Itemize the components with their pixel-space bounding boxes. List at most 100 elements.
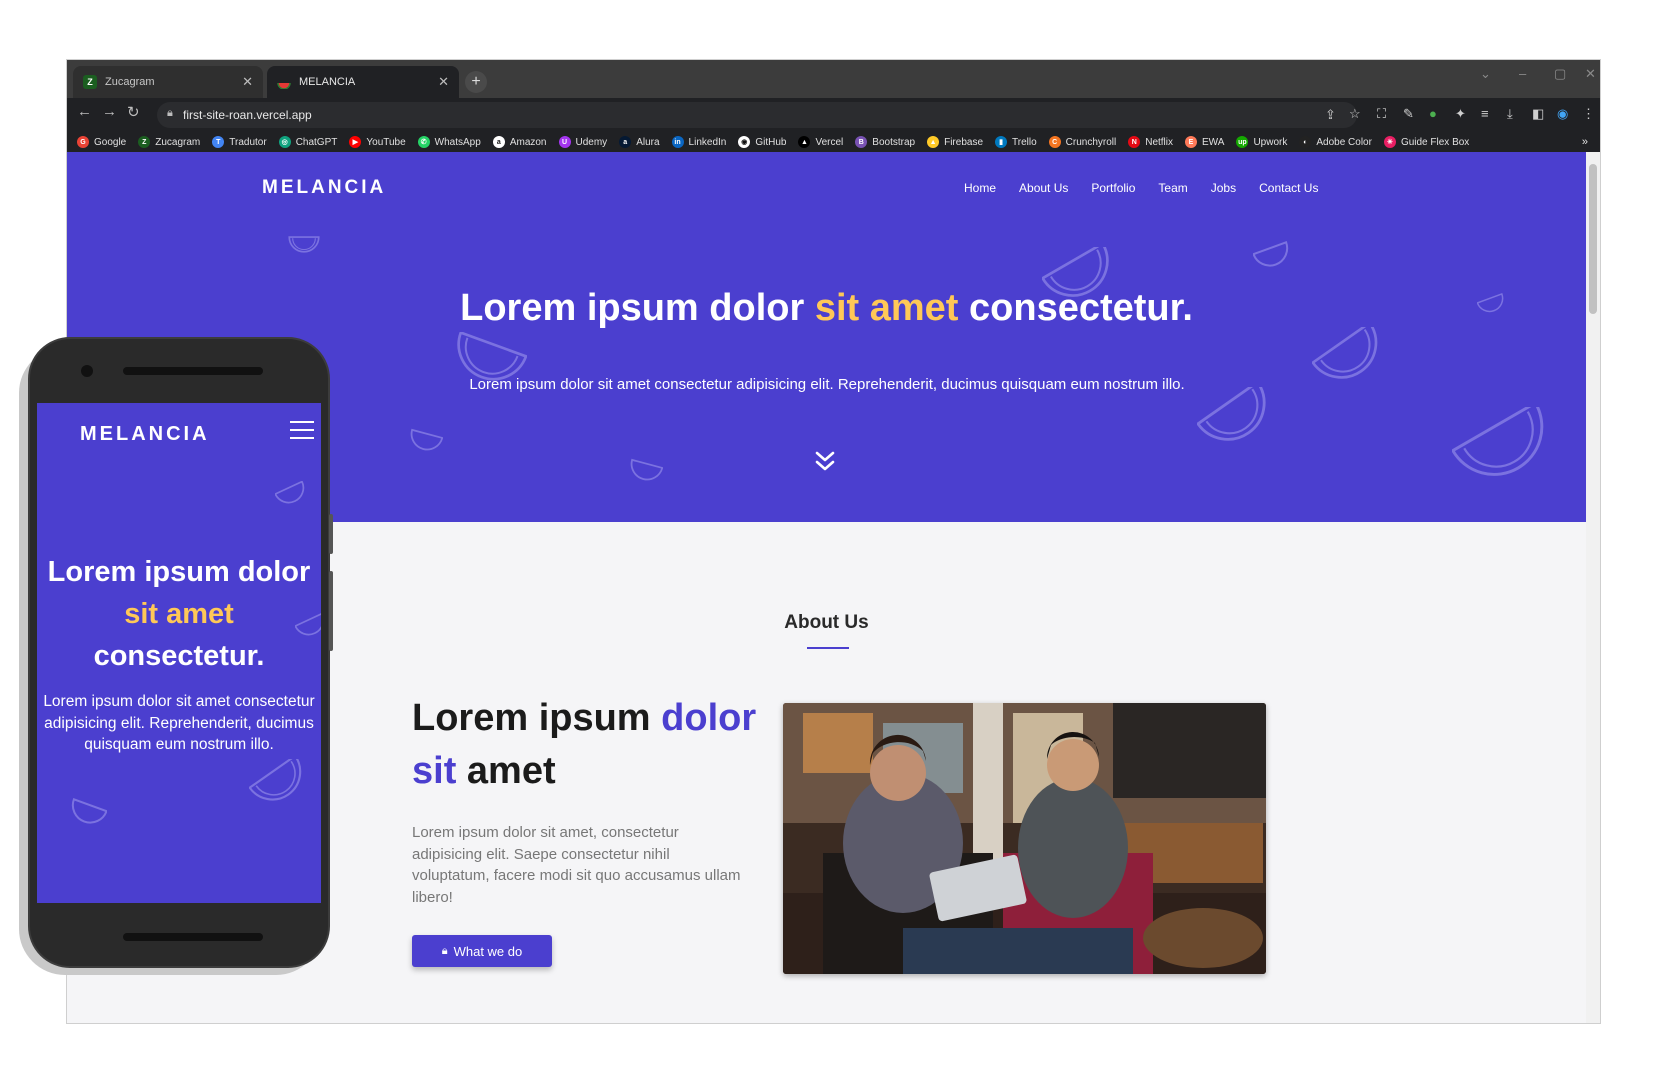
nav-home[interactable]: Home xyxy=(964,181,996,195)
share-icon[interactable]: ⇪ xyxy=(1325,107,1336,123)
bookmark-udemy[interactable]: U Udemy xyxy=(558,136,607,148)
tab-zucagram[interactable]: Z Zucagram ✕ xyxy=(73,66,263,98)
close-tab-icon[interactable]: ✕ xyxy=(438,74,449,90)
bookmark-amazon[interactable]: a Amazon xyxy=(492,136,547,148)
linkedin-icon: in xyxy=(671,136,684,148)
zucagram-icon: Z xyxy=(138,136,151,148)
bookmark-label: YouTube xyxy=(366,136,406,148)
bookmark-ewa[interactable]: E EWA xyxy=(1185,136,1224,148)
close-window-icon[interactable]: ✕ xyxy=(1585,66,1596,82)
star-icon[interactable]: ☆ xyxy=(1349,106,1361,122)
screenshot-icon[interactable]: ⛶ xyxy=(1377,106,1386,122)
chevron-down-icon[interactable]: ⌄ xyxy=(1480,66,1491,82)
watermelon-favicon-icon xyxy=(277,75,291,89)
bookmark-adobe-color[interactable]: ◐ Adobe Color xyxy=(1299,136,1372,148)
about-photo xyxy=(783,703,1266,974)
extension-badge-icon[interactable]: ● xyxy=(1429,106,1437,121)
phone-mockup: MELANCIA Lorem ipsum dolor sit amet consec… xyxy=(28,337,333,968)
vercel-icon: ▲ xyxy=(798,136,811,148)
about-title: Lorem ipsum dolor sit amet xyxy=(412,697,757,792)
new-tab-button[interactable]: + xyxy=(465,71,487,93)
nav-portfolio[interactable]: Portfolio xyxy=(1091,181,1135,195)
mobile-hero-text: Lorem ipsum dolor sit amet consectetur a… xyxy=(43,693,315,753)
minimize-icon[interactable]: – xyxy=(1519,66,1526,81)
what-we-do-button[interactable]: 🔒︎ What we do xyxy=(412,935,552,967)
bookmark-linkedin[interactable]: in LinkedIn xyxy=(671,136,727,148)
bookmark-guide-flex-box[interactable]: ✳ Guide Flex Box xyxy=(1383,136,1469,148)
bookmark-label: LinkedIn xyxy=(688,136,727,148)
mobile-site-logo[interactable]: MELANCIA xyxy=(80,423,210,446)
bookmark-netflix[interactable]: N Netflix xyxy=(1128,136,1173,148)
upwork-icon: up xyxy=(1236,136,1249,148)
site-logo[interactable]: MELANCIA xyxy=(262,177,386,199)
amazon-icon: a xyxy=(492,136,505,148)
phone-side-button xyxy=(329,514,333,554)
tradutor-icon: T xyxy=(212,136,225,148)
playlist-icon[interactable]: ≡ xyxy=(1481,106,1489,121)
bookmark-chatgpt[interactable]: ◎ ChatGPT xyxy=(278,136,337,148)
download-icon[interactable]: ⤓ xyxy=(1507,106,1513,122)
main-nav: Home About Us Portfolio Team Jobs Contac… xyxy=(964,181,1318,195)
bookmark-label: Adobe Color xyxy=(1316,136,1372,148)
maximize-icon[interactable]: ▢ xyxy=(1554,66,1566,82)
tab-title: Zucagram xyxy=(105,76,155,88)
nav-about-us[interactable]: About Us xyxy=(1019,181,1068,195)
watermelon-slice-icon xyxy=(275,481,305,504)
page-scrollbar[interactable] xyxy=(1586,152,1600,1023)
bookmark-label: EWA xyxy=(1202,136,1225,148)
bookmark-crunchyroll[interactable]: C Crunchyroll xyxy=(1048,136,1116,148)
bookmark-google[interactable]: G Google xyxy=(77,136,126,148)
bookmark-label: Google xyxy=(94,136,127,148)
lock-icon: 🔒︎ xyxy=(441,944,448,957)
sidebar-icon[interactable]: ◧ xyxy=(1532,106,1544,122)
browser-toolbar: ← → ↻ 🔒︎ first-site-roan.vercel.app ⇪ ☆ … xyxy=(67,98,1600,152)
bookmark-label: Zucagram xyxy=(155,136,201,148)
hamburger-menu-icon[interactable] xyxy=(290,421,314,445)
youtube-icon: ▶ xyxy=(349,136,362,148)
kebab-menu-icon[interactable]: ⋮ xyxy=(1582,106,1595,122)
bookmarks-more-icon[interactable]: » xyxy=(1582,136,1588,148)
mobile-hero-title: Lorem ipsum dolor sit amet consectetur. xyxy=(47,556,311,672)
bookmark-vercel[interactable]: ▲ Vercel xyxy=(798,136,843,148)
bookmark-bootstrap[interactable]: B Bootstrap xyxy=(855,136,915,148)
address-bar[interactable]: 🔒︎ first-site-roan.vercel.app ⇪ ☆ xyxy=(157,102,1361,128)
bookmark-upwork[interactable]: up Upwork xyxy=(1236,136,1287,148)
profile-avatar-icon[interactable]: ◉ xyxy=(1557,106,1568,122)
bookmark-trello[interactable]: ▮ Trello xyxy=(995,136,1037,148)
bookmark-zucagram[interactable]: Z Zucagram xyxy=(138,136,200,148)
adobe-color-icon: ◐ xyxy=(1299,136,1312,148)
extension-pen-icon[interactable]: ✎ xyxy=(1403,106,1414,122)
about-divider xyxy=(807,647,849,649)
nav-contact-us[interactable]: Contact Us xyxy=(1259,181,1318,195)
double-chevron-down-icon[interactable] xyxy=(812,448,838,474)
phone-side-button xyxy=(329,571,333,651)
camera-icon xyxy=(81,365,93,377)
forward-arrow-icon[interactable]: → xyxy=(102,103,117,120)
puzzle-icon[interactable]: ✦ xyxy=(1455,106,1466,122)
google-icon: G xyxy=(77,136,89,148)
back-arrow-icon[interactable]: ← xyxy=(77,103,92,120)
zucagram-favicon-icon: Z xyxy=(83,75,97,89)
bookmark-alura[interactable]: a Alura xyxy=(619,136,660,148)
bookmark-whatsapp[interactable]: ✆ WhatsApp xyxy=(417,136,481,148)
watermelon-slice-icon xyxy=(410,428,443,451)
watermelon-slice-icon xyxy=(71,798,107,824)
watermelon-slice-icon xyxy=(1452,407,1544,476)
ewa-icon: E xyxy=(1185,136,1198,148)
netflix-icon: N xyxy=(1128,136,1141,148)
bookmark-firebase[interactable]: ▲ Firebase xyxy=(927,136,983,148)
bookmark-label: Trello xyxy=(1012,136,1037,148)
close-tab-icon[interactable]: ✕ xyxy=(242,74,253,90)
bookmark-youtube[interactable]: ▶ YouTube xyxy=(349,136,406,148)
udemy-icon: U xyxy=(558,136,571,148)
bookmark-tradutor[interactable]: T Tradutor xyxy=(212,136,267,148)
reload-icon[interactable]: ↻ xyxy=(127,103,140,121)
scrollbar-thumb[interactable] xyxy=(1589,164,1597,314)
alura-icon: a xyxy=(619,136,632,148)
tab-melancia[interactable]: MELANCIA ✕ xyxy=(267,66,459,98)
nav-team[interactable]: Team xyxy=(1158,181,1187,195)
lock-icon: 🔒︎ xyxy=(167,107,173,119)
bookmark-label: Vercel xyxy=(815,136,844,148)
nav-jobs[interactable]: Jobs xyxy=(1211,181,1236,195)
bookmark-github[interactable]: ◉ GitHub xyxy=(738,136,786,148)
